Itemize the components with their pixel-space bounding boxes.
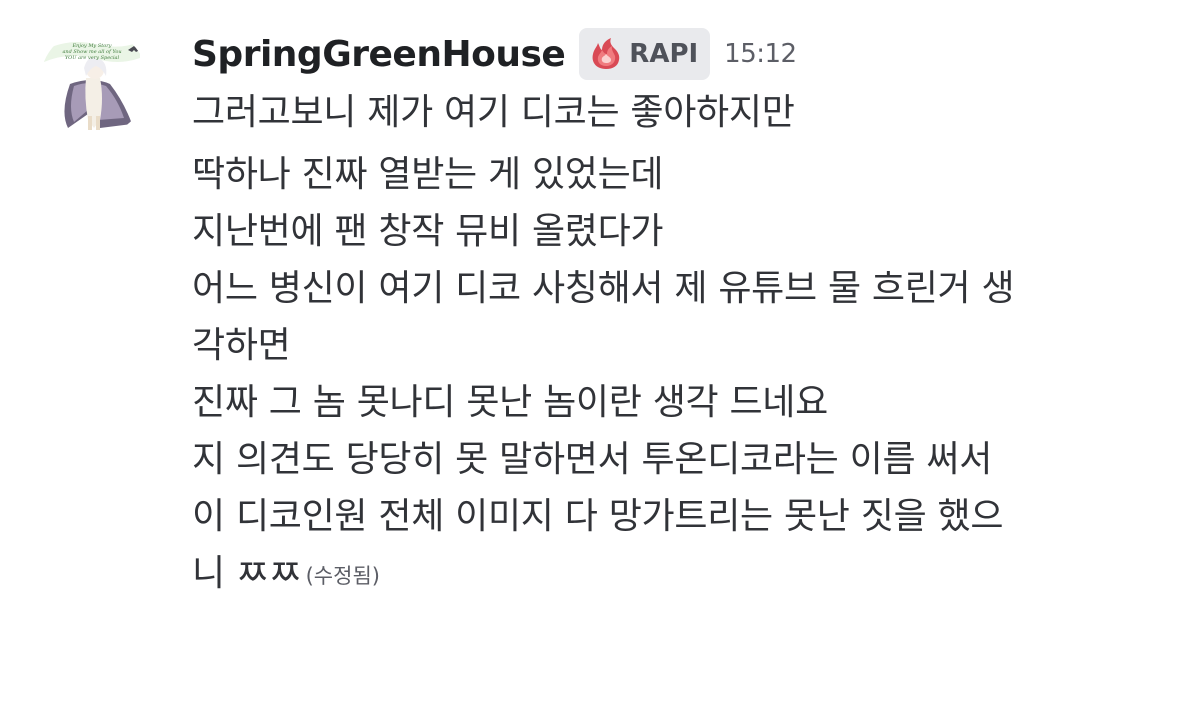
message-header: SpringGreenHouse RAPI 15:12 [192,26,797,82]
message-line: 진짜 그 놈 못나디 못난 놈이란 생각 드네요 [192,382,828,423]
avatar-caption-line-3: YOU are very Special [65,55,120,61]
message-line: 그러고보니 제가 여기 디코는 좋아하지만 [192,92,795,133]
server-tag-badge[interactable]: RAPI [579,28,711,80]
server-tag-label: RAPI [629,39,699,69]
message-line: 지난번에 팬 창작 뮤비 올렸다가 [192,211,664,252]
chat-message: Enjoy My Story and Show me all of You YO… [0,0,1178,704]
message-line: 어느 병신이 여기 디코 사칭해서 제 유튜브 물 흐린거 생 [192,268,1015,309]
edited-indicator: (수정됨) [305,564,380,588]
message-line: 니 ㅉㅉ [192,553,302,594]
flame-icon [592,38,620,69]
message-line: 딱하나 진짜 열받는 게 있었는데 [192,154,664,195]
author-username[interactable]: SpringGreenHouse [192,34,566,75]
message-line: 이 디코인원 전체 이미지 다 망가트리는 못난 짓을 했으 [192,496,1004,537]
message-timestamp[interactable]: 15:12 [724,39,797,69]
message-line: 지 의견도 당당히 못 말하면서 투온디코라는 이름 써서 [192,439,993,480]
user-avatar-icon[interactable]: Enjoy My Story and Show me all of You YO… [40,28,148,136]
message-content: 그러고보니 제가 여기 디코는 좋아하지만 딱하나 진짜 열받는 게 있었는데 … [192,84,1142,605]
message-last-line: 니 ㅉㅉ (수정됨) [192,545,1142,605]
message-line: 각하면 [192,325,291,366]
